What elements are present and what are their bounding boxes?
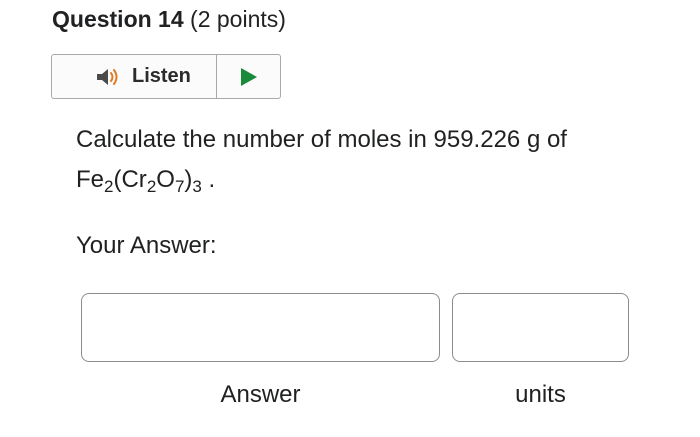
prompt-text: Calculate the number of moles in 959.226… (76, 126, 567, 153)
units-input[interactable] (452, 293, 629, 362)
formula-end: . (201, 166, 216, 193)
chemical-formula: Fe2(Cr2O7)3 . (76, 166, 216, 196)
formula-o: O (156, 166, 175, 193)
answer-input[interactable] (81, 293, 440, 362)
answer-caption: Answer (220, 381, 301, 408)
listen-label: Listen (132, 65, 191, 87)
formula-cr: (Cr (113, 166, 147, 193)
units-caption: units (515, 381, 566, 408)
listen-button[interactable]: Listen (52, 55, 217, 98)
play-icon (240, 67, 257, 86)
formula-o-subscript: 7 (174, 177, 185, 196)
listen-widget: Listen (51, 54, 281, 99)
question-prompt: Calculate the number of moles in 959.226… (76, 120, 676, 200)
question-title: Question 14 (52, 6, 184, 32)
question-points: (2 points) (190, 6, 286, 32)
formula-fe: Fe (76, 166, 105, 193)
formula-cr-subscript: 2 (146, 177, 157, 196)
your-answer-label: Your Answer: (76, 232, 217, 259)
question-header: Question 14 (2 points) (52, 4, 286, 34)
play-button[interactable] (217, 55, 280, 98)
formula-group-subscript: 3 (192, 177, 202, 196)
speaker-icon (97, 68, 118, 85)
